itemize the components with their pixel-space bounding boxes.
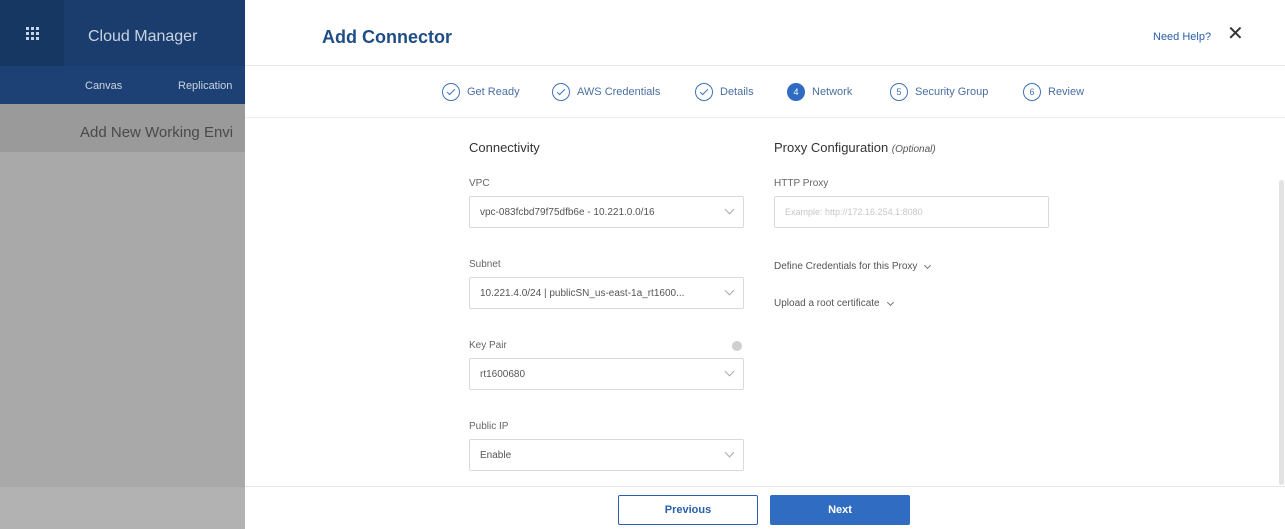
check-circle-icon	[552, 83, 570, 101]
chevron-down-icon	[924, 261, 932, 269]
public-ip-value: Enable	[480, 450, 512, 461]
chevron-down-icon	[886, 298, 894, 306]
step-label: Get Ready	[467, 86, 520, 98]
chevron-down-icon	[724, 285, 735, 296]
modal-title: Add Connector	[322, 27, 452, 47]
modal-header: Add Connector Need Help? ✕	[245, 0, 1285, 66]
nav-item-canvas[interactable]: Canvas	[85, 80, 122, 92]
need-help-link[interactable]: Need Help?	[1153, 31, 1211, 43]
http-proxy-label: HTTP Proxy	[774, 178, 829, 189]
chevron-down-icon	[724, 204, 735, 215]
step-label: Network	[812, 86, 853, 98]
subnet-value: 10.221.4.0/24 | publicSN_us-east-1a_rt16…	[480, 288, 685, 299]
step-label: Review	[1048, 86, 1085, 98]
step-details[interactable]: Details	[695, 81, 754, 103]
step-security-group[interactable]: 5 Security Group	[890, 81, 988, 103]
chevron-down-icon	[724, 447, 735, 458]
info-icon[interactable]	[732, 341, 742, 351]
wizard-stepper: Get Ready AWS Credentials Details 4 Netw…	[245, 66, 1285, 118]
check-circle-icon	[695, 83, 713, 101]
public-ip-label: Public IP	[469, 421, 509, 432]
subnet-label: Subnet	[469, 259, 501, 270]
app-title: Cloud Manager	[88, 28, 198, 45]
step-label: Security Group	[915, 86, 989, 98]
public-ip-select[interactable]: Enable	[469, 439, 744, 471]
step-review[interactable]: 6 Review	[1023, 81, 1084, 103]
key-pair-select[interactable]: rt1600680	[469, 358, 744, 390]
add-working-environment-link[interactable]: Add New Working Envi	[80, 124, 233, 141]
step-number-icon: 6	[1023, 83, 1041, 101]
step-get-ready[interactable]: Get Ready	[442, 81, 520, 103]
subnet-select[interactable]: 10.221.4.0/24 | publicSN_us-east-1a_rt16…	[469, 277, 744, 309]
vpc-value: vpc-083fcbd79f75dfb6e - 10.221.0.0/16	[480, 207, 655, 218]
previous-button[interactable]: Previous	[618, 495, 758, 525]
vpc-label: VPC	[469, 178, 490, 189]
connectivity-heading: Connectivity	[469, 140, 540, 155]
key-pair-value: rt1600680	[480, 369, 526, 380]
nav-item-replication[interactable]: Replication	[178, 80, 232, 92]
step-aws-credentials[interactable]: AWS Credentials	[552, 81, 660, 103]
step-number-icon: 4	[787, 83, 805, 101]
http-proxy-input[interactable]	[774, 196, 1049, 228]
modal-footer: Previous Next	[245, 486, 1285, 529]
apps-menu-button[interactable]	[0, 0, 64, 66]
proxy-title: Proxy Configuration	[774, 140, 889, 155]
upload-certificate-toggle[interactable]: Upload a root certificate	[774, 298, 894, 309]
upload-certificate-label: Upload a root certificate	[774, 298, 880, 309]
proxy-heading: Proxy Configuration (Optional)	[774, 140, 936, 155]
add-connector-modal: Add Connector Need Help? ✕ Get Ready AWS…	[245, 0, 1285, 529]
vpc-select[interactable]: vpc-083fcbd79f75dfb6e - 10.221.0.0/16	[469, 196, 744, 228]
close-icon[interactable]: ✕	[1227, 24, 1244, 44]
scrollbar[interactable]	[1279, 180, 1284, 485]
grid-icon	[25, 26, 39, 40]
step-network[interactable]: 4 Network	[787, 81, 852, 103]
define-credentials-label: Define Credentials for this Proxy	[774, 261, 918, 272]
check-circle-icon	[442, 83, 460, 101]
step-number-icon: 5	[890, 83, 908, 101]
step-label: AWS Credentials	[577, 86, 661, 98]
step-label: Details	[720, 86, 754, 98]
canvas-area	[0, 152, 245, 487]
next-button[interactable]: Next	[770, 495, 910, 525]
canvas-footer	[0, 487, 245, 529]
optional-tag: (Optional)	[891, 144, 936, 155]
define-credentials-toggle[interactable]: Define Credentials for this Proxy	[774, 261, 932, 272]
chevron-down-icon	[724, 366, 735, 377]
key-pair-label: Key Pair	[469, 340, 507, 351]
